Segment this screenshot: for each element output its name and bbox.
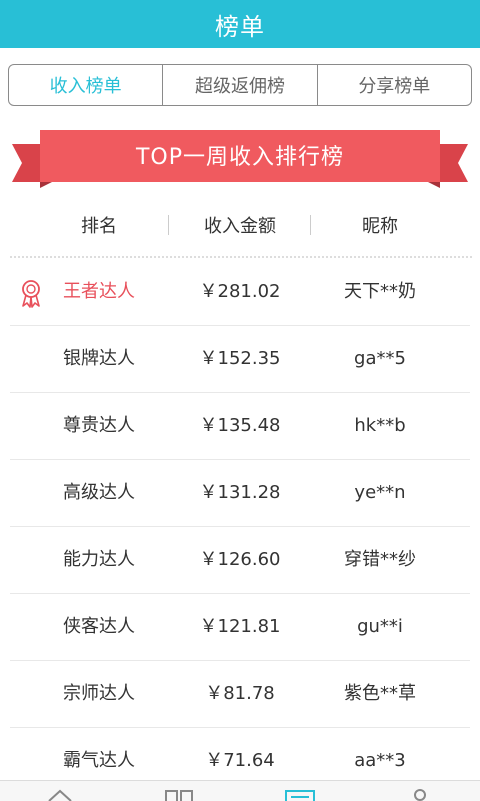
- rank-title: 侠客达人: [63, 616, 135, 637]
- column-divider: [310, 215, 311, 235]
- list-icon[interactable]: [284, 787, 316, 801]
- income-amount: ￥81.78: [205, 683, 275, 704]
- table-header: 排名 收入金额 昵称: [0, 200, 480, 250]
- user-nickname: 紫色**草: [344, 683, 416, 704]
- table-row: 高级达人 ￥131.28 ye**n: [10, 460, 470, 527]
- user-nickname: hk**b: [354, 415, 406, 436]
- app-header: 榜单: [0, 0, 480, 48]
- page-title: 榜单: [215, 12, 265, 41]
- tab-share-ranking[interactable]: 分享榜单: [316, 65, 471, 105]
- income-amount: ￥126.60: [199, 549, 281, 570]
- user-nickname: gu**i: [357, 616, 403, 637]
- ranking-banner: TOP一周收入排行榜: [0, 126, 480, 194]
- bottom-nav-bar: [0, 780, 480, 801]
- rank-title: 能力达人: [63, 549, 135, 570]
- column-header-amount: 收入金额: [204, 216, 276, 237]
- table-row: 尊贵达人 ￥135.48 hk**b: [10, 393, 470, 460]
- column-header-rank: 排名: [81, 216, 117, 237]
- rank-title: 宗师达人: [63, 683, 135, 704]
- tab-super-commission-ranking[interactable]: 超级返佣榜: [162, 65, 316, 105]
- header-divider: [10, 256, 472, 258]
- column-header-nickname: 昵称: [362, 216, 398, 237]
- user-nickname: 天下**奶: [344, 281, 416, 302]
- ranking-list: 王者达人 ￥281.02 天下**奶 银牌达人 ￥152.35 ga**5 尊贵…: [0, 259, 480, 794]
- rank-title: 王者达人: [63, 281, 135, 302]
- rank-title: 银牌达人: [63, 348, 135, 369]
- income-amount: ￥131.28: [199, 482, 281, 503]
- rank-title: 尊贵达人: [63, 415, 135, 436]
- table-row: 能力达人 ￥126.60 穿错**纱: [10, 527, 470, 594]
- income-amount: ￥121.81: [199, 616, 281, 637]
- tab-bar: 收入榜单 超级返佣榜 分享榜单: [8, 64, 472, 106]
- table-row: 银牌达人 ￥152.35 ga**5: [10, 326, 470, 393]
- user-nickname: 穿错**纱: [344, 549, 416, 570]
- user-nickname: ye**n: [354, 482, 406, 503]
- table-row: 侠客达人 ￥121.81 gu**i: [10, 594, 470, 661]
- banner-title: TOP一周收入排行榜: [135, 145, 345, 170]
- income-amount: ￥281.02: [199, 281, 281, 302]
- table-row: 王者达人 ￥281.02 天下**奶: [10, 259, 470, 326]
- income-amount: ￥152.35: [199, 348, 281, 369]
- income-amount: ￥135.48: [199, 415, 281, 436]
- user-icon[interactable]: [408, 787, 432, 801]
- user-nickname: ga**5: [354, 348, 406, 369]
- rank-title: 高级达人: [63, 482, 135, 503]
- tab-income-ranking[interactable]: 收入榜单: [9, 65, 162, 105]
- column-divider: [168, 215, 169, 235]
- grid-icon[interactable]: [164, 787, 194, 801]
- home-icon[interactable]: [46, 787, 74, 801]
- table-row: 宗师达人 ￥81.78 紫色**草: [10, 661, 470, 728]
